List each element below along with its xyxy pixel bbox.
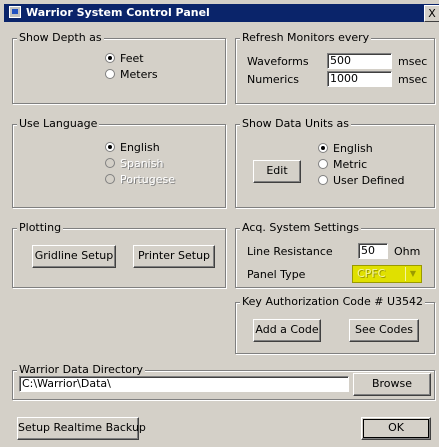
- radio-icon: [105, 174, 115, 184]
- auth-group: Key Authorization Code # U3542 Add a Cod…: [235, 295, 435, 354]
- see-codes-button[interactable]: See Codes: [349, 319, 419, 342]
- window-title: Warrior System Control Panel: [26, 6, 210, 19]
- waveforms-label: Waveforms: [247, 55, 309, 68]
- numerics-input[interactable]: 1000: [327, 71, 392, 87]
- radio-selected-icon: [318, 143, 328, 153]
- control-panel-window: Warrior System Control Panel X Show Dept…: [0, 0, 439, 447]
- numerics-unit: msec: [398, 73, 428, 86]
- auth-legend: Key Authorization Code # U3542: [240, 295, 426, 308]
- app-icon: [9, 6, 21, 18]
- units-group: Show Data Units as Edit English Metric U…: [235, 117, 435, 208]
- language-portugese-label: Portugese: [120, 173, 176, 186]
- radio-icon: [105, 158, 115, 168]
- radio-icon: [318, 159, 328, 169]
- plotting-legend: Plotting: [17, 221, 64, 234]
- radio-selected-icon: [105, 53, 115, 63]
- units-english-radio[interactable]: English: [318, 142, 373, 156]
- title-bar[interactable]: Warrior System Control Panel X: [4, 4, 439, 22]
- acq-settings-legend: Acq. System Settings: [240, 221, 361, 234]
- data-directory-legend: Warrior Data Directory: [17, 363, 146, 376]
- language-group: Use Language English Spanish Portugese: [12, 117, 226, 208]
- ok-button[interactable]: OK: [361, 417, 431, 440]
- language-english-label: English: [120, 141, 160, 154]
- units-user-defined-label: User Defined: [333, 174, 405, 187]
- chevron-down-icon[interactable]: ▼: [405, 267, 420, 281]
- panel-type-value: CPFC: [357, 267, 386, 280]
- gridline-setup-button[interactable]: Gridline Setup: [32, 245, 116, 268]
- plotting-group: Plotting Gridline Setup Printer Setup: [12, 221, 226, 288]
- close-button[interactable]: X: [424, 5, 439, 22]
- language-english-radio[interactable]: English: [105, 141, 160, 155]
- units-legend: Show Data Units as: [240, 117, 352, 130]
- depth-legend: Show Depth as: [17, 31, 104, 44]
- depth-meters-label: Meters: [120, 68, 158, 81]
- numerics-label: Numerics: [247, 73, 300, 86]
- refresh-legend: Refresh Monitors every: [240, 31, 372, 44]
- browse-button[interactable]: Browse: [353, 373, 431, 396]
- radio-icon: [318, 175, 328, 185]
- edit-units-button[interactable]: Edit: [253, 160, 301, 183]
- units-metric-label: Metric: [333, 158, 368, 171]
- language-spanish-radio: Spanish: [105, 157, 163, 171]
- units-metric-radio[interactable]: Metric: [318, 158, 367, 172]
- printer-setup-button[interactable]: Printer Setup: [133, 245, 215, 268]
- line-resistance-unit: Ohm: [394, 245, 421, 258]
- data-directory-input[interactable]: C:\Warrior\Data\: [19, 376, 349, 392]
- depth-meters-radio[interactable]: Meters: [105, 68, 158, 82]
- depth-group: Show Depth as Feet Meters: [12, 31, 226, 104]
- language-spanish-label: Spanish: [120, 157, 164, 170]
- radio-icon: [105, 69, 115, 79]
- waveforms-input[interactable]: 500: [327, 53, 392, 69]
- waveforms-unit: msec: [398, 55, 428, 68]
- line-resistance-input[interactable]: 50: [358, 243, 388, 259]
- add-code-button[interactable]: Add a Code: [253, 319, 321, 342]
- panel-type-select[interactable]: CPFC ▼: [352, 265, 422, 283]
- radio-selected-icon: [105, 142, 115, 152]
- units-english-label: English: [333, 142, 373, 155]
- depth-feet-label: Feet: [120, 52, 144, 65]
- line-resistance-label: Line Resistance: [247, 245, 333, 258]
- refresh-group: Refresh Monitors every Waveforms 500 mse…: [235, 31, 435, 104]
- units-user-defined-radio[interactable]: User Defined: [318, 174, 404, 188]
- setup-realtime-backup-button[interactable]: Setup Realtime Backup: [17, 417, 146, 440]
- language-portugese-radio: Portugese: [105, 173, 175, 187]
- language-legend: Use Language: [17, 117, 100, 130]
- panel-type-label: Panel Type: [247, 268, 306, 281]
- depth-feet-radio[interactable]: Feet: [105, 52, 144, 66]
